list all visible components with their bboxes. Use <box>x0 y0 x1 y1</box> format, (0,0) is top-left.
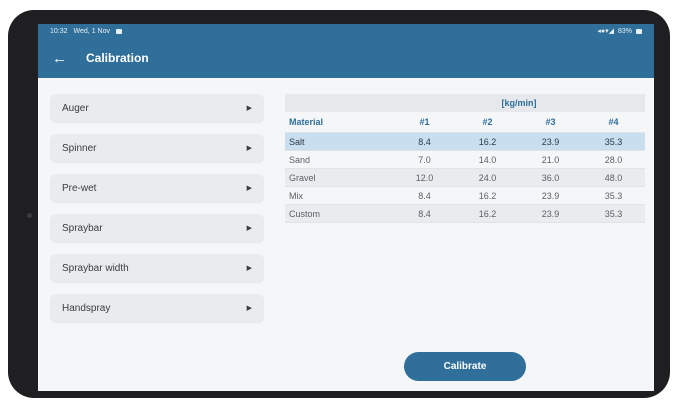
table-cell: 35.3 <box>604 190 623 201</box>
battery-level: 83% <box>617 27 632 35</box>
table-cell: 28.0 <box>604 154 623 165</box>
table-cell: 8.4 <box>418 136 431 147</box>
table-header-row: Material #1 #2 #3 #4 <box>285 112 645 133</box>
table-row-custom[interactable]: Custom 8.4 16.2 23.9 35.3 <box>285 205 645 223</box>
menu-item-spinner[interactable]: Spinner ▶ <box>50 134 264 162</box>
material-name: Custom <box>289 208 321 219</box>
menu-item-label: Auger <box>62 102 89 114</box>
chevron-right-icon: ▶ <box>246 305 252 312</box>
material-name: Sand <box>289 154 311 165</box>
table-cell: 8.4 <box>418 190 431 201</box>
app-bar: ← Calibration <box>38 38 654 78</box>
table-row-sand[interactable]: Sand 7.0 14.0 21.0 28.0 <box>285 151 645 169</box>
chevron-right-icon: ▶ <box>246 265 252 272</box>
material-name: Salt <box>289 136 305 147</box>
menu-item-spraybar-width[interactable]: Spraybar width ▶ <box>50 254 264 282</box>
column-header: #3 <box>545 117 556 127</box>
camera-lens <box>27 213 32 218</box>
table-cell: 24.0 <box>478 172 497 183</box>
signal-icon: ◂●▾◢ <box>597 28 614 35</box>
table-row-salt[interactable]: Salt 8.4 16.2 23.9 35.3 <box>285 133 645 151</box>
chevron-right-icon: ▶ <box>246 185 252 192</box>
table-cell: 35.3 <box>604 208 623 219</box>
table-cell: 35.3 <box>604 136 623 147</box>
column-header: #1 <box>419 117 430 127</box>
arrow-left-icon[interactable]: ← <box>52 50 74 67</box>
chevron-right-icon: ▶ <box>246 145 252 152</box>
table-cell: 14.0 <box>478 154 497 165</box>
table-row-gravel[interactable]: Gravel 12.0 24.0 36.0 48.0 <box>285 169 645 187</box>
calibrate-button[interactable]: Calibrate <box>404 352 526 381</box>
material-name: Gravel <box>289 172 316 183</box>
unit-label: [kg/min] <box>501 98 537 108</box>
material-name: Mix <box>289 190 303 201</box>
table-cell: 7.0 <box>418 154 431 165</box>
table-cell: 21.0 <box>541 154 560 165</box>
calibration-table: [kg/min] Material #1 #2 #3 #4 Salt 8.4 1… <box>285 94 645 223</box>
status-time: 10:32 <box>50 27 68 35</box>
menu-item-pre-wet[interactable]: Pre-wet ▶ <box>50 174 264 202</box>
column-header: #2 <box>482 117 493 127</box>
menu-item-label: Spraybar width <box>62 262 129 274</box>
menu-item-auger[interactable]: Auger ▶ <box>50 94 264 122</box>
menu-item-label: Handspray <box>62 302 111 314</box>
calendar-icon <box>115 28 122 34</box>
app-screen: 10:32 Wed, 1 Nov ◂●▾◢ 83% ← Calibration … <box>38 24 654 391</box>
table-cell: 23.9 <box>541 208 560 219</box>
table-cell: 12.0 <box>415 172 434 183</box>
status-bar: 10:32 Wed, 1 Nov ◂●▾◢ 83% <box>38 24 654 38</box>
menu-item-handspray[interactable]: Handspray ▶ <box>50 294 264 322</box>
chevron-right-icon: ▶ <box>246 105 252 112</box>
table-cell: 23.9 <box>541 190 560 201</box>
unit-header: [kg/min] <box>285 94 645 112</box>
table-cell: 36.0 <box>541 172 560 183</box>
table-row-mix[interactable]: Mix 8.4 16.2 23.9 35.3 <box>285 187 645 205</box>
menu-item-label: Spraybar <box>62 222 103 234</box>
calibration-menu: Auger ▶ Spinner ▶ Pre-wet ▶ Spraybar ▶ S… <box>50 94 264 334</box>
table-cell: 23.9 <box>541 136 560 147</box>
column-header: Material <box>289 117 324 127</box>
table-cell: 16.2 <box>478 208 497 219</box>
table-cell: 16.2 <box>478 136 497 147</box>
status-date: Wed, 1 Nov <box>73 27 110 35</box>
battery-icon <box>636 28 642 34</box>
page-title: Calibration <box>86 51 149 65</box>
table-cell: 8.4 <box>418 208 431 219</box>
menu-item-label: Pre-wet <box>62 182 97 194</box>
table-cell: 16.2 <box>478 190 497 201</box>
menu-item-label: Spinner <box>62 142 97 154</box>
menu-item-spraybar[interactable]: Spraybar ▶ <box>50 214 264 242</box>
column-header: #4 <box>608 117 619 127</box>
chevron-right-icon: ▶ <box>246 225 252 232</box>
table-cell: 48.0 <box>604 172 623 183</box>
